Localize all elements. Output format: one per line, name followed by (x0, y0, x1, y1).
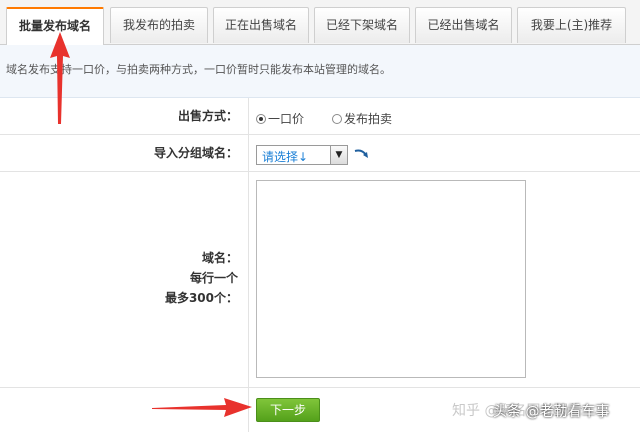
group-select-value: 请选择↓ (262, 150, 309, 164)
tab-my-auctions[interactable]: 我发布的拍卖 (110, 7, 208, 43)
domains-label-cell: 域名： 每行一个 最多300个： (0, 172, 249, 387)
tab-bar: 批量发布域名 我发布的拍卖 正在出售域名 已经下架域名 已经出售域名 我要上(主… (0, 0, 640, 45)
tab-sold-domains[interactable]: 已经出售域名 (415, 7, 512, 43)
notice-bar: 域名发布支持一口价，与拍卖两种方式，一口价暂时只能发布本站管理的域名。 (0, 45, 640, 98)
domains-textarea[interactable] (256, 180, 526, 378)
radio-checked-icon (256, 114, 266, 124)
tab-domains-on-sale[interactable]: 正在出售域名 (213, 7, 309, 43)
import-arrow-icon[interactable] (354, 147, 370, 161)
radio-auction[interactable]: 发布拍卖 (332, 110, 392, 127)
domains-label: 域名： 每行一个 最多300个： (165, 248, 238, 308)
toutiao-watermark: 头条 @老勒看车事 (493, 404, 610, 420)
radio-unchecked-icon (332, 114, 342, 124)
notice-text: 域名发布支持一口价，与拍卖两种方式，一口价暂时只能发布本站管理的域名。 (6, 63, 391, 76)
domains-label-line2: 每行一个 (189, 271, 238, 285)
domains-label-line1: 域名： (201, 251, 238, 265)
chevron-down-icon: ▼ (330, 146, 347, 164)
sale-method-field: 一口价 发布拍卖 (250, 98, 640, 134)
submit-row-label-cell (0, 388, 249, 432)
import-group-row: 导入分组域名： 请选择↓ ▼ (0, 135, 640, 172)
tab-batch-publish-domains[interactable]: 批量发布域名 (6, 7, 104, 45)
import-group-label: 导入分组域名： (0, 135, 249, 171)
next-step-button[interactable]: 下一步 (256, 398, 320, 422)
tab-delisted-domains[interactable]: 已经下架域名 (314, 7, 410, 43)
tab-recommend[interactable]: 我要上(主)推荐 (517, 7, 626, 43)
sale-method-row: 出售方式： 一口价 发布拍卖 (0, 98, 640, 135)
domains-label-line3: 最多300个： (164, 291, 238, 305)
domains-field (250, 172, 640, 387)
radio-fixed-price-label: 一口价 (268, 112, 305, 126)
domains-row: 域名： 每行一个 最多300个： (0, 172, 640, 388)
radio-fixed-price[interactable]: 一口价 (256, 110, 304, 127)
import-group-field: 请选择↓ ▼ (250, 135, 640, 171)
sale-method-label: 出售方式： (0, 98, 249, 134)
radio-auction-label: 发布拍卖 (344, 112, 393, 126)
group-select[interactable]: 请选择↓ ▼ (256, 145, 348, 165)
